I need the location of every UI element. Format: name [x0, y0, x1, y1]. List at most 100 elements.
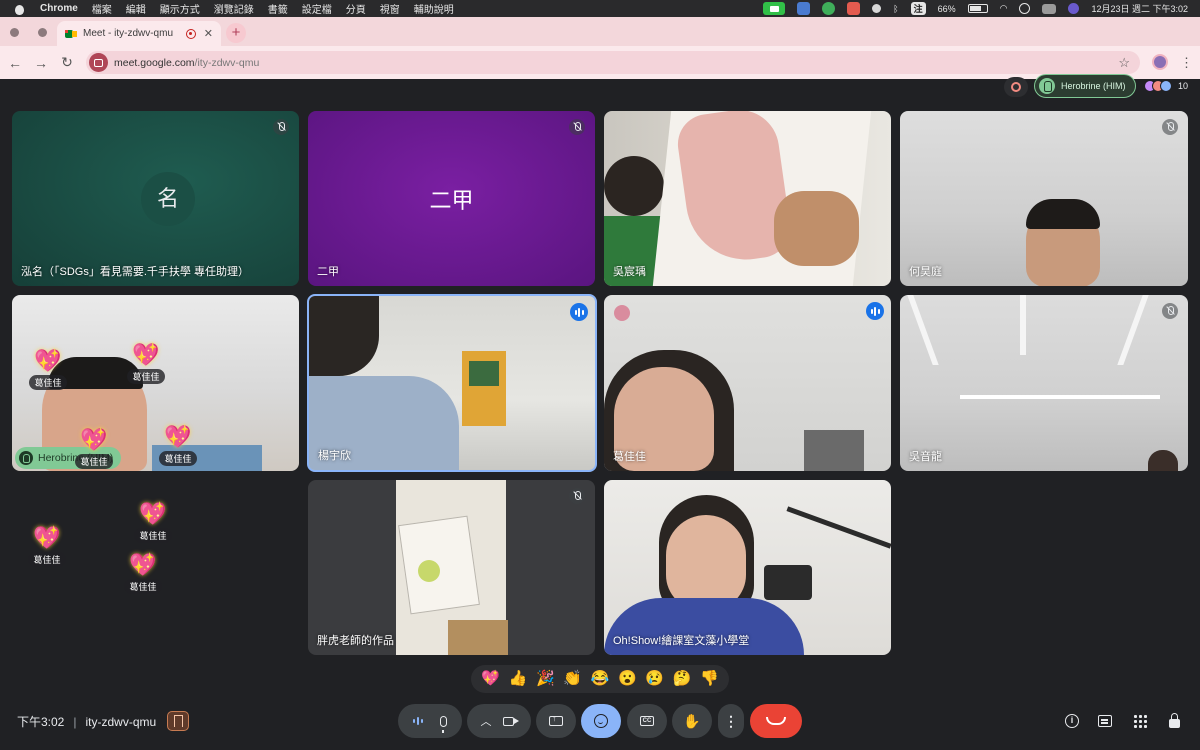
participant-tile[interactable]: 吳宸瑀: [604, 111, 891, 286]
clapping-reaction-button[interactable]: 👏: [563, 669, 582, 689]
floating-reaction: 💖 葛佳佳: [126, 343, 166, 385]
floating-reaction: 💖 葛佳佳: [123, 553, 163, 595]
menu-view[interactable]: 顯示方式: [160, 1, 200, 16]
sparkling-heart-icon: 💖: [129, 552, 157, 577]
apple-icon[interactable]: [13, 3, 27, 15]
lock-person-icon: [1168, 713, 1180, 728]
recording-chip[interactable]: [1004, 77, 1028, 97]
menu-file[interactable]: 檔案: [92, 1, 112, 16]
participant-tile[interactable]: 二甲 二甲: [308, 111, 595, 286]
menu-edit[interactable]: 編輯: [126, 1, 146, 16]
profile-avatar[interactable]: [1152, 54, 1168, 70]
line-status-icon[interactable]: [822, 2, 836, 15]
tab-meet[interactable]: Meet - ity-zdwv-qmu ✕: [57, 21, 221, 46]
siri-icon[interactable]: [1068, 3, 1080, 14]
video-person: [1148, 450, 1178, 471]
camera-options-chevron-icon[interactable]: ︿: [481, 713, 492, 729]
send-reaction-button[interactable]: [581, 704, 621, 738]
forward-arrow-icon[interactable]: →: [28, 55, 54, 71]
raise-hand-button[interactable]: ✋: [672, 704, 712, 738]
sync-status-icon[interactable]: [797, 2, 811, 15]
floating-reaction: 💖 葛佳佳: [27, 526, 67, 568]
microphone-toggle-button[interactable]: [440, 715, 448, 733]
camera-toggle-button[interactable]: [502, 716, 519, 726]
raised-hand-name: Herobrine (HIM): [1061, 81, 1126, 91]
reaction-sender: 葛佳佳: [75, 454, 113, 469]
back-arrow-icon[interactable]: ←: [2, 55, 28, 71]
sparkling-heart-reaction-button[interactable]: 💖: [481, 669, 500, 689]
video-hair: [309, 296, 379, 376]
menu-profiles[interactable]: 設定檔: [302, 1, 332, 16]
participant-tile[interactable]: 何昊庭: [900, 111, 1188, 286]
host-controls-button[interactable]: [1164, 711, 1184, 731]
floating-reaction: 💖 葛佳佳: [158, 425, 198, 467]
menu-help[interactable]: 輔助說明: [414, 1, 454, 16]
window-minimize-button[interactable]: [38, 28, 47, 37]
video-mic-arm: [786, 506, 891, 549]
new-tab-button[interactable]: +: [226, 23, 246, 43]
app-status-icon[interactable]: [847, 2, 861, 15]
tears-of-joy-reaction-button[interactable]: 😂: [591, 669, 610, 689]
browser-toolbar: ← → ↻ meet.google.com/ity-zdwv-qmu ☆ ⋮: [0, 46, 1200, 79]
facetime-status-icon[interactable]: [763, 2, 786, 15]
url-text[interactable]: meet.google.com/ity-zdwv-qmu: [114, 57, 259, 69]
party-popper-reaction-button[interactable]: 🎉: [536, 669, 555, 689]
reload-icon[interactable]: ↻: [54, 54, 80, 71]
address-bar[interactable]: meet.google.com/ity-zdwv-qmu ☆: [86, 51, 1140, 74]
bluetooth-icon[interactable]: ᛒ: [893, 4, 898, 14]
floating-reaction: 💖 葛佳佳: [28, 349, 68, 391]
surprised-reaction-button[interactable]: 😮: [618, 669, 637, 689]
thumbs-up-reaction-button[interactable]: 👍: [509, 669, 528, 689]
spotlight-search-icon[interactable]: [1019, 3, 1031, 14]
browser-menu-icon[interactable]: ⋮: [1180, 55, 1193, 71]
input-method-icon[interactable]: 注: [910, 2, 926, 15]
floating-reaction: 💖 葛佳佳: [133, 502, 173, 544]
breakout-door-button[interactable]: [167, 711, 189, 731]
menu-app-chrome[interactable]: Chrome: [40, 3, 78, 14]
chat-button[interactable]: [1095, 711, 1115, 731]
bookmark-star-icon[interactable]: ☆: [1118, 55, 1130, 71]
more-options-button[interactable]: ⋮: [718, 704, 744, 738]
menu-window[interactable]: 視窗: [380, 1, 400, 16]
user-status-icon[interactable]: [872, 4, 882, 13]
wifi-icon[interactable]: ◠: [1000, 3, 1008, 14]
control-center-icon[interactable]: [1042, 3, 1057, 14]
sparkling-heart-icon: 💖: [164, 424, 192, 449]
raised-hands-chip[interactable]: Herobrine (HIM): [1034, 74, 1136, 98]
menu-bookmarks[interactable]: 書籤: [268, 1, 288, 16]
menu-tab[interactable]: 分頁: [346, 1, 366, 16]
thumbs-down-reaction-button[interactable]: 👎: [700, 669, 719, 689]
menubar-clock[interactable]: 12月23日 週二 下午3:02: [1091, 2, 1188, 15]
sad-reaction-button[interactable]: 😢: [645, 669, 664, 689]
thinking-reaction-button[interactable]: 🤔: [673, 669, 692, 689]
site-info-icon[interactable]: [89, 53, 108, 72]
participant-tile[interactable]: 胖虎老師的作品: [308, 480, 595, 655]
muted-mic-icon: [273, 119, 289, 135]
captions-icon: CC: [640, 716, 654, 726]
participant-name: 楊宇欣: [318, 450, 351, 462]
video-background: [804, 430, 864, 471]
participant-tile[interactable]: 葛佳佳: [604, 295, 891, 471]
participant-tile[interactable]: 吳音龍: [900, 295, 1188, 471]
tab-title: Meet - ity-zdwv-qmu: [83, 28, 174, 39]
participant-tile-speaking[interactable]: 楊宇欣: [307, 294, 597, 472]
speaking-indicator-icon: [570, 303, 588, 321]
meeting-details-button[interactable]: i: [1062, 711, 1082, 731]
participant-name: 何昊庭: [909, 266, 942, 278]
menu-history[interactable]: 瀏覽記錄: [214, 1, 254, 16]
window-close-button[interactable]: [10, 28, 19, 37]
camera-control: ︿: [467, 704, 531, 738]
meeting-info: 下午3:02 | ity-zdwv-qmu: [17, 713, 156, 730]
floating-reaction: 💖 葛佳佳: [74, 428, 114, 470]
participant-name: 胖虎老師的作品: [317, 635, 394, 647]
participant-tile[interactable]: 名 泓名（「SDGs」看見需要.千手扶學 專任助理）: [12, 111, 299, 286]
activities-button[interactable]: [1130, 711, 1150, 731]
present-screen-button[interactable]: [536, 704, 576, 738]
participant-tile[interactable]: Oh!Show!繪課室文藻小學堂: [604, 480, 891, 655]
battery-icon[interactable]: [967, 4, 988, 13]
participants-chip[interactable]: 10: [1144, 76, 1190, 96]
captions-button[interactable]: CC: [627, 704, 667, 738]
leave-call-button[interactable]: [750, 704, 802, 738]
tab-close-icon[interactable]: ✕: [204, 27, 213, 40]
speaking-indicator-icon: [866, 302, 884, 320]
